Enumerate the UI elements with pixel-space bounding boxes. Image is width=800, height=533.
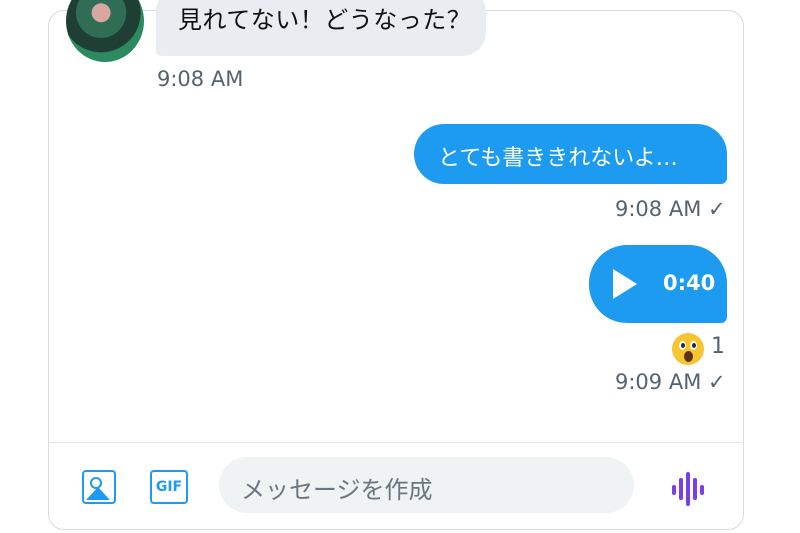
emoji-eye-right — [690, 341, 697, 350]
composer-divider — [48, 442, 742, 443]
outgoing-message-bubble[interactable]: とても書ききれないよ… — [414, 124, 727, 184]
incoming-message-text: 見れてない！どうなった？ — [178, 6, 472, 34]
waveform-bar — [686, 472, 690, 506]
astonished-reaction-icon[interactable] — [672, 333, 704, 365]
play-icon[interactable] — [613, 269, 637, 299]
waveform-bar — [693, 478, 697, 500]
emoji-mouth — [684, 351, 693, 362]
incoming-timestamp: 9:08 AM — [157, 67, 244, 91]
reaction-count: 1 — [711, 334, 725, 359]
image-icon[interactable] — [82, 470, 116, 504]
voice-record-icon[interactable] — [672, 472, 710, 506]
voice-duration: 0:40 — [663, 271, 716, 295]
gif-icon[interactable]: GIF — [150, 470, 188, 504]
gif-label: GIF — [155, 479, 183, 495]
emoji-eye-left — [679, 341, 686, 350]
image-icon-mountain — [86, 487, 110, 500]
message-placeholder: メッセージを作成 — [241, 476, 433, 504]
message-input[interactable]: メッセージを作成 — [219, 457, 634, 513]
waveform-bar — [679, 478, 683, 500]
voice-message-bubble[interactable]: 0:40 — [589, 245, 727, 323]
incoming-message-bubble[interactable]: 見れてない！どうなった？ — [156, 0, 486, 56]
outgoing-message-text: とても書ききれないよ… — [438, 146, 678, 171]
voice-timestamp: 9:09 AM ✓ — [615, 370, 726, 394]
waveform-bar — [700, 485, 704, 495]
outgoing-text-timestamp: 9:08 AM ✓ — [615, 197, 726, 221]
waveform-bar — [672, 485, 676, 495]
